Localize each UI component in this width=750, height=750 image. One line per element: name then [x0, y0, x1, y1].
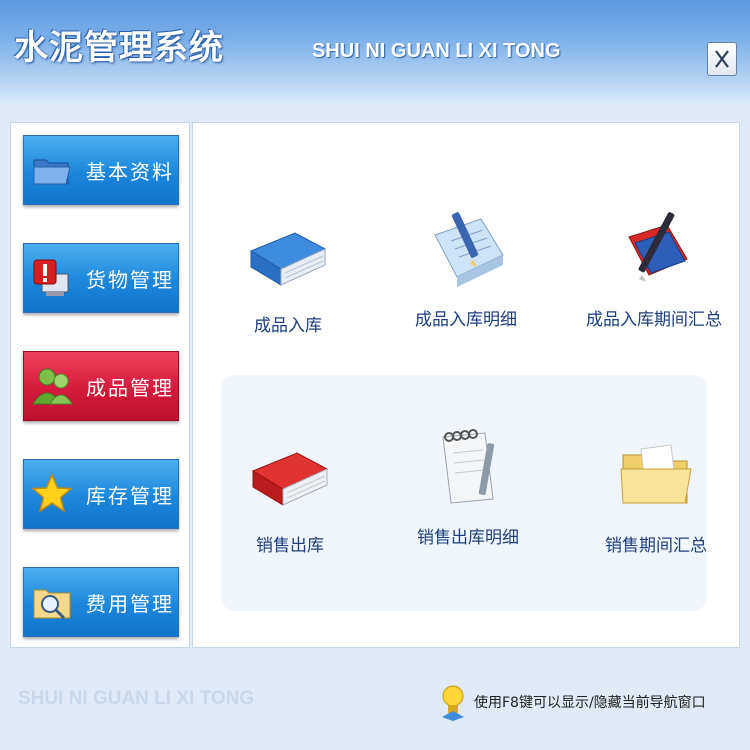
tile-label: 销售期间汇总 [605, 536, 707, 556]
blue-binder-icon [249, 232, 327, 286]
warning-computer-icon [33, 259, 69, 296]
navigation-hint: 使用F8键可以显示/隐藏当前导航窗口 [438, 682, 738, 722]
folder-icon [33, 159, 71, 185]
yellow-folder-icon [620, 444, 692, 504]
sidebar-item-basic-info[interactable]: 基本资料 [23, 135, 179, 205]
star-icon [31, 473, 73, 513]
sidebar-item-label: 货物管理 [86, 268, 174, 292]
app-title: 水泥管理系统 [14, 28, 224, 68]
title-bar: 水泥管理系统 SHUI NI GUAN LI XI TONG [0, 0, 750, 104]
spiral-notebook-icon [442, 429, 495, 504]
sidebar-item-expenses[interactable]: 费用管理 [23, 567, 179, 637]
tile-label: 成品入库期间汇总 [586, 310, 722, 330]
tile-product-inbound-detail[interactable]: 成品入库明细 [381, 205, 551, 330]
red-binder-icon [251, 452, 329, 506]
sidebar-item-goods[interactable]: 货物管理 [23, 243, 179, 313]
hint-text: 使用F8键可以显示/隐藏当前导航窗口 [474, 695, 706, 711]
sidebar-item-products[interactable]: 成品管理 [23, 351, 179, 421]
sidebar-item-label: 基本资料 [86, 160, 174, 184]
book-pen-icon [628, 212, 688, 282]
tile-label: 成品入库 [254, 316, 322, 336]
footer-brand: SHUI NI GUAN LI XI TONG [18, 688, 255, 709]
sidebar-item-label: 成品管理 [86, 376, 174, 400]
app-subtitle: SHUI NI GUAN LI XI TONG [312, 40, 561, 62]
sidebar-item-inventory[interactable]: 库存管理 [23, 459, 179, 529]
close-button[interactable] [707, 42, 737, 76]
tile-sales-outbound-detail[interactable]: 销售出库明细 [383, 423, 553, 548]
tile-label: 销售出库明细 [417, 528, 519, 548]
main-panel: 成品入库 成品入库明细 成品入库期间汇总 销售出库 销售出库明细 销售期间汇总 [192, 122, 740, 648]
sidebar-item-label: 库存管理 [86, 484, 174, 508]
tile-label: 成品入库明细 [415, 310, 517, 330]
magnifier-folder-icon [33, 589, 71, 620]
notepad-pen-icon [434, 212, 504, 287]
tile-sales-outbound[interactable]: 销售出库 [205, 431, 375, 556]
user-icon [32, 368, 73, 405]
tile-label: 销售出库 [256, 536, 324, 556]
tile-sales-period-summary[interactable]: 销售期间汇总 [571, 431, 741, 556]
close-icon [715, 50, 729, 68]
sidebar-nav: 基本资料 货物管理 成品管理 库存管理 费用管理 [10, 122, 190, 648]
sidebar-item-label: 费用管理 [86, 592, 174, 616]
tile-product-inbound-summary[interactable]: 成品入库期间汇总 [569, 205, 739, 330]
lightbulb-icon [442, 685, 464, 721]
tile-product-inbound[interactable]: 成品入库 [203, 211, 373, 336]
